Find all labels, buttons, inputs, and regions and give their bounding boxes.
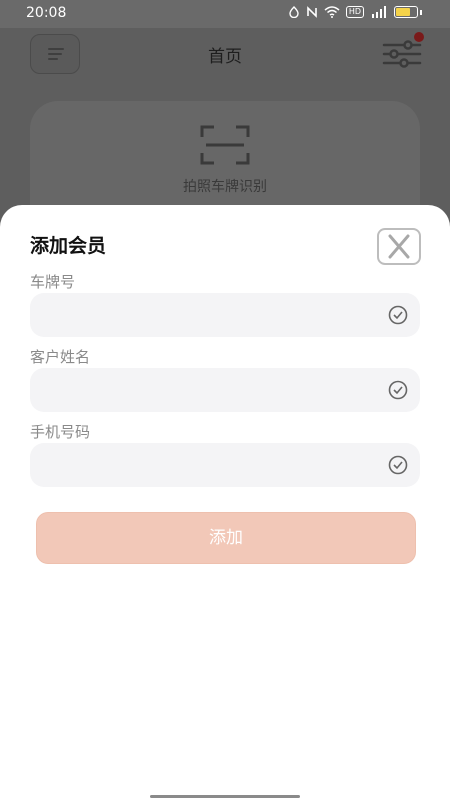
signal-icon	[372, 6, 386, 18]
status-icons: HD	[288, 6, 422, 18]
check-icon	[388, 380, 408, 400]
phone-number-input[interactable]	[44, 443, 378, 489]
nfc-icon	[307, 6, 317, 18]
check-icon	[388, 455, 408, 475]
customer-name-input[interactable]	[44, 368, 378, 414]
status-bar: 20:08 HD	[0, 0, 450, 28]
add-member-sheet: 添加会员 车牌号 客户姓名 手机号码 添加	[0, 205, 450, 800]
plate-number-field[interactable]	[30, 293, 420, 339]
close-icon	[388, 234, 410, 259]
sheet-title: 添加会员	[30, 235, 107, 257]
plate-number-label: 车牌号	[30, 273, 76, 291]
home-indicator[interactable]	[150, 795, 300, 798]
customer-name-label: 客户姓名	[30, 348, 91, 366]
check-icon	[388, 305, 408, 325]
filter-settings-icon[interactable]	[382, 38, 422, 70]
plate-number-input[interactable]	[44, 293, 378, 339]
wifi-icon	[324, 6, 340, 18]
phone-number-label: 手机号码	[30, 423, 91, 441]
add-member-button[interactable]: 添加	[36, 512, 416, 564]
battery-icon	[394, 6, 418, 18]
close-button[interactable]	[377, 228, 421, 265]
customer-name-field[interactable]	[30, 368, 420, 414]
status-time: 20:08	[26, 5, 67, 21]
scan-plate-label: 拍照车牌识别	[183, 179, 267, 195]
location-icon	[289, 6, 299, 18]
hd-icon: HD	[345, 6, 364, 18]
notification-dot	[414, 32, 424, 42]
phone-number-field[interactable]	[30, 443, 420, 489]
scan-icon	[200, 125, 250, 165]
